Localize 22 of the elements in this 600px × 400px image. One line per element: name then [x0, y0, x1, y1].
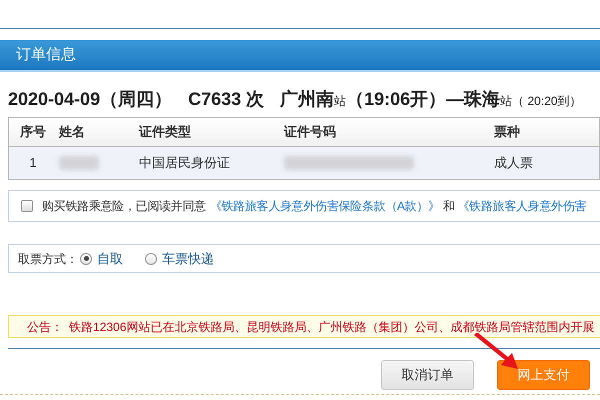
terms-link[interactable]: 《铁路旅客人身意外伤害保险条款（A款）》 — [210, 197, 440, 215]
table-cell-text: 中国居民身份证 — [139, 154, 230, 172]
section-title: 订单信息 — [16, 44, 76, 65]
column-header: 票种 — [494, 123, 520, 142]
route-text: 广州南站（19:06开）—珠海站（ 20:20到） — [280, 88, 582, 111]
column-header: 姓名 — [59, 123, 85, 142]
column-header: 序号 — [20, 123, 46, 142]
option-label[interactable]: 自取 — [97, 248, 123, 268]
conjunction-text: 和 — [442, 198, 455, 215]
column-header: 证件类型 — [139, 123, 191, 142]
column-header: 证件号码 — [284, 123, 336, 142]
notice-label: 公告： — [27, 318, 63, 336]
terms-link[interactable]: 《铁路旅客人身意外伤害 — [458, 197, 586, 215]
train-number: C7633 次 — [188, 88, 264, 111]
notice-text: 铁路12306网站已在北京铁路局、昆明铁路局、广州铁路（集团）公司、成都铁路局管辖范围内开展 — [69, 318, 594, 336]
table-cell-text: 成人票 — [494, 154, 533, 172]
option-label[interactable]: 车票快递 — [162, 248, 214, 268]
trip-date: 2020-04-09（周四） — [8, 88, 172, 111]
table-cell-text: 1 — [29, 154, 37, 172]
cancel-button[interactable]: 取消订单 — [381, 360, 474, 390]
insurance-label: 购买铁路乘意险，已阅读并同意 — [42, 198, 206, 215]
pickup-label: 取票方式： — [18, 250, 78, 268]
